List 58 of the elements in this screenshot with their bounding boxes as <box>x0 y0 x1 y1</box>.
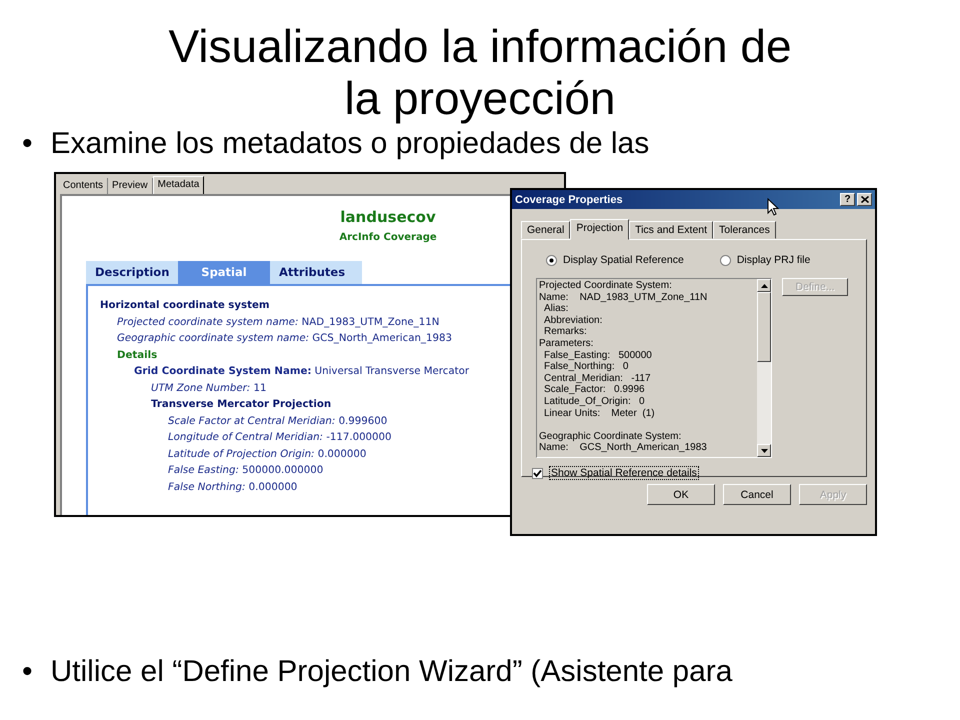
metadata-field: Grid Coordinate System Name: Universal Transverse Mercator <box>134 364 470 380</box>
tab[interactable]: Metadata <box>152 176 204 194</box>
list-line: Linear Units: Meter (1) <box>544 408 656 420</box>
metadata-field: Longitude of Central Meridian: -117.000000 <box>168 430 392 446</box>
metadata-field: Scale Factor at Central Meridian: 0.999600 <box>168 414 388 430</box>
list-line: Geographic Coordinate System: <box>539 430 682 442</box>
section-heading: Horizontal coordinate system <box>100 299 270 313</box>
checkbox-option[interactable]: Show Spatial Reference details <box>532 466 856 480</box>
metadata-subtitle: ArcInfo Coverage <box>339 232 437 243</box>
tab[interactable]: Description <box>86 261 178 284</box>
metadata-field: Projected coordinate system name: NAD_1983_UTM_Zone_11N <box>117 314 440 331</box>
metadata-title: landusecov <box>340 208 436 226</box>
list-line: False_Easting: 500000 <box>544 350 653 362</box>
section-heading: Details <box>117 348 158 362</box>
list-line: Abbreviation: <box>544 314 604 326</box>
tab[interactable]: Attributes <box>270 261 362 284</box>
close-icon <box>860 196 868 203</box>
list-line: Projected Coordinate System: <box>539 280 673 292</box>
list-line: Name: NAD_1983_UTM_Zone_11N <box>539 292 708 304</box>
section-heading: Transverse Mercator Projection <box>151 398 332 412</box>
radio-option[interactable]: Display PRJ file <box>720 254 810 266</box>
tab[interactable]: Tolerances <box>713 221 776 239</box>
radio-label: Display PRJ file <box>736 254 810 266</box>
close-button[interactable] <box>857 193 872 206</box>
cursor-icon <box>767 198 779 216</box>
bullet-dot: • <box>22 126 33 162</box>
radio-button[interactable] <box>720 254 731 266</box>
slide-title: Visualizando la información de la proyección <box>167 20 793 124</box>
scroll-thumb[interactable] <box>757 292 771 362</box>
metadata-field: False Northing: 0.000000 <box>168 480 298 496</box>
up-arrow-icon <box>760 284 768 288</box>
bullet-text: Examine los metadatos o propiedades de las <box>50 126 650 162</box>
bullet-dot: • <box>22 654 33 690</box>
help-button[interactable]: ? <box>840 193 855 206</box>
list-line: Central_Meridian: -117 <box>544 372 652 384</box>
radio-button[interactable] <box>546 254 557 266</box>
list-line: Parameters: <box>539 338 594 350</box>
bullet-text: Utilice el “Define Projection Wizard” (Asistente para <box>50 654 732 690</box>
checkbox[interactable] <box>532 468 543 478</box>
dialog-title: Coverage Properties <box>515 194 623 206</box>
down-arrow-icon <box>760 448 768 452</box>
metadata-field: False Easting: 500000.000000 <box>168 463 324 480</box>
list-box[interactable] <box>536 278 772 458</box>
metadata-field: UTM Zone Number: 11 <box>151 380 266 397</box>
metadata-field: Geographic coordinate system name: GCS_North_American_1983 <box>117 331 452 348</box>
dialog-button[interactable]: OK <box>647 484 715 505</box>
metadata-field: Latitude of Projection Origin: 0.000000 <box>168 446 366 463</box>
dialog-button[interactable]: Cancel <box>723 484 791 505</box>
list-line: Remarks: <box>544 326 588 338</box>
list-line: Latitude_Of_Origin: 0 <box>544 396 646 408</box>
checkbox-label: Show Spatial Reference details <box>549 466 699 480</box>
list-line: Alias: <box>544 303 570 315</box>
list-line: False_Northing: 0 <box>544 361 630 373</box>
scroll-bar[interactable] <box>757 279 771 457</box>
list-line: Scale_Factor: 0.9996 <box>544 384 646 396</box>
list-line: Name: GCS_North_American_1983 <box>539 442 708 454</box>
tab[interactable]: Tics and Extent <box>629 221 714 239</box>
tab[interactable]: Projection <box>570 219 630 240</box>
